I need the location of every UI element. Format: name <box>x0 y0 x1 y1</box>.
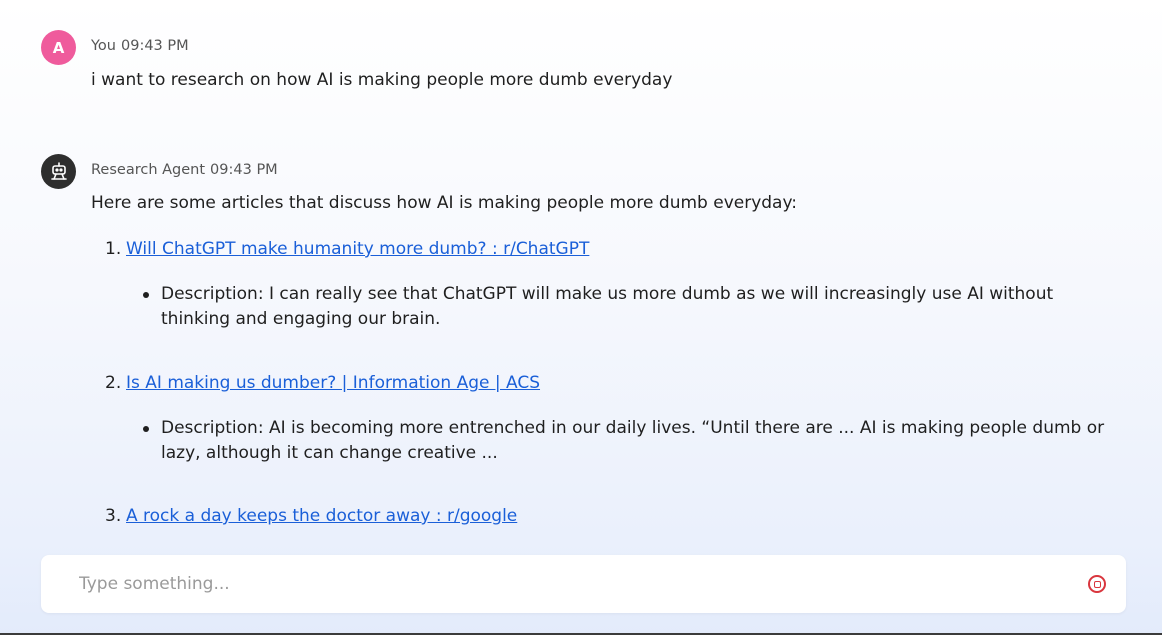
article-description: Description: AI is becoming more entrenc… <box>161 418 1105 463</box>
article-link[interactable]: A rock a day keeps the doctor away : r/g… <box>126 506 517 526</box>
robot-icon-glyph <box>50 161 67 180</box>
avatar-letter: A <box>52 38 65 57</box>
list-number: 3. <box>105 506 122 526</box>
message-composer <box>41 555 1126 613</box>
stop-square <box>1093 580 1101 588</box>
sender-name: Research Agent <box>91 162 206 178</box>
bullet-icon <box>143 292 149 298</box>
user-message: A You 09:43 PM i want to research on how … <box>41 30 1122 100</box>
robot-icon <box>41 154 76 189</box>
user-avatar: A <box>41 30 76 65</box>
sender-name: You <box>91 38 116 54</box>
message-meta: You 09:43 PM <box>91 38 194 54</box>
list-number: 1. <box>105 239 122 259</box>
stop-circle-icon[interactable] <box>1088 575 1106 593</box>
article-link[interactable]: Will ChatGPT make humanity more dumb? : … <box>126 239 589 259</box>
chat-history: A You 09:43 PM i want to research on how … <box>0 0 1162 545</box>
article-link[interactable]: Is AI making us dumber? | Information Ag… <box>126 373 540 393</box>
timestamp: 09:43 PM <box>121 38 189 54</box>
agent-message: Research Agent 09:43 PM Here are some art… <box>41 154 1122 544</box>
timestamp: 09:43 PM <box>210 162 278 178</box>
agent-intro-text: Here are some articles that discuss how … <box>91 193 798 213</box>
article-description: Description: I can really see that ChatG… <box>161 284 1054 329</box>
message-input[interactable] <box>79 569 1039 599</box>
user-message-text: i want to research on how AI is making p… <box>91 70 673 90</box>
list-number: 2. <box>105 373 122 393</box>
bullet-icon <box>143 426 149 432</box>
message-meta: Research Agent 09:43 PM <box>91 162 283 178</box>
